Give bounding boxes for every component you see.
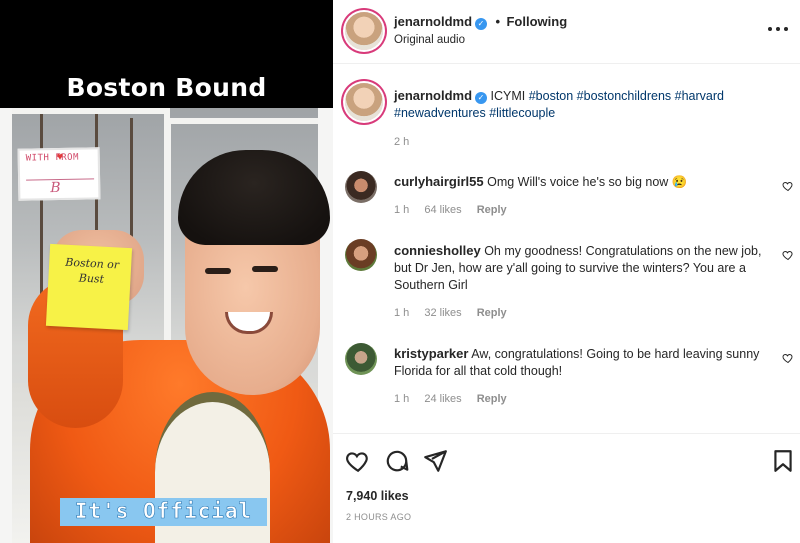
- post-timestamp: 2 HOURS AGO: [346, 512, 412, 522]
- comment-meta: 1 h 24 likes Reply: [394, 393, 519, 405]
- verified-icon: ✓: [475, 92, 488, 104]
- action-bar: 7,940 likes 2 HOURS AGO: [333, 433, 800, 543]
- post-age[interactable]: 2 h: [394, 136, 409, 148]
- reply-button[interactable]: Reply: [477, 307, 507, 319]
- more-options-icon[interactable]: [768, 22, 788, 36]
- comment-avatar[interactable]: [345, 343, 377, 375]
- media-title: Boston Bound: [66, 73, 267, 102]
- heart-sticker-icon: ♥: [56, 150, 64, 164]
- caption-author-avatar[interactable]: [345, 83, 383, 121]
- following-button[interactable]: Following: [506, 14, 567, 29]
- like-comment-heart-icon[interactable]: [782, 180, 794, 192]
- post-header: jenarnoldmd ✓ • Following Original audio: [333, 0, 800, 64]
- like-comment-heart-icon[interactable]: [782, 249, 794, 261]
- photo-frame-left: [0, 108, 12, 543]
- comment-age[interactable]: 1 h: [394, 393, 409, 405]
- comment-age[interactable]: 1 h: [394, 204, 409, 216]
- audio-link[interactable]: Original audio: [394, 34, 465, 46]
- author-username[interactable]: jenarnoldmd: [394, 14, 472, 29]
- post-media[interactable]: Boston Bound WITH FROM ♥ B Boston or Bus…: [0, 0, 333, 543]
- like-comment-heart-icon[interactable]: [782, 352, 794, 364]
- hashtags-line-1[interactable]: #boston #bostonchildrens #harvard: [529, 89, 724, 103]
- media-caption: It's Official: [74, 499, 253, 524]
- reply-button[interactable]: Reply: [477, 393, 507, 405]
- share-icon[interactable]: [422, 448, 448, 474]
- comment-avatar[interactable]: [345, 239, 377, 271]
- eye: [205, 268, 231, 274]
- post-sidebar: jenarnoldmd ✓ • Following Original audio …: [333, 0, 800, 543]
- like-heart-icon[interactable]: [345, 448, 371, 474]
- post-caption: jenarnoldmd ✓ ICYMI #boston #bostonchildr…: [394, 87, 784, 122]
- comment-3: kristyparker Aw, congratulations! Going …: [394, 345, 769, 380]
- comment-age[interactable]: 1 h: [394, 307, 409, 319]
- comment-username[interactable]: curlyhairgirl55: [394, 174, 484, 189]
- comment-1: curlyhairgirl55 Omg Will's voice he's so…: [394, 173, 769, 191]
- separator-dot: •: [495, 14, 501, 29]
- like-count[interactable]: 7,940 likes: [346, 489, 409, 503]
- header-title: jenarnoldmd ✓ • Following: [394, 13, 567, 31]
- reply-button[interactable]: Reply: [477, 204, 507, 216]
- sticker-text: WITH FROM: [25, 152, 80, 164]
- comment-username[interactable]: kristyparker: [394, 346, 468, 361]
- sticky-note-text: Boston or Bust: [64, 255, 120, 286]
- hashtags-line-2[interactable]: #newadventures #littlecouple: [394, 106, 555, 120]
- comment-avatar[interactable]: [345, 171, 377, 203]
- sticker-letter: B: [50, 179, 61, 197]
- sticker-with-love: WITH FROM ♥ B: [17, 147, 101, 201]
- comment-likes[interactable]: 64 likes: [424, 204, 461, 216]
- author-avatar[interactable]: [345, 12, 383, 50]
- comment-2: conniesholley Oh my goodness! Congratula…: [394, 242, 769, 294]
- bookmark-icon[interactable]: [770, 448, 796, 474]
- caption-text: ICYMI: [490, 89, 526, 103]
- skyline-line: [25, 169, 95, 181]
- sticky-note: Boston or Bust: [45, 243, 133, 331]
- comment-icon[interactable]: [384, 448, 410, 474]
- comment-likes[interactable]: 24 likes: [424, 393, 461, 405]
- comment-meta: 1 h 64 likes Reply: [394, 204, 519, 216]
- comment-meta: 1 h 32 likes Reply: [394, 307, 519, 319]
- comment-likes[interactable]: 32 likes: [424, 307, 461, 319]
- comment-text: Omg Will's voice he's so big now 😢: [487, 175, 688, 189]
- verified-icon: ✓: [475, 18, 488, 30]
- eye: [252, 266, 278, 272]
- caption-username[interactable]: jenarnoldmd: [394, 88, 472, 103]
- comment-username[interactable]: conniesholley: [394, 243, 481, 258]
